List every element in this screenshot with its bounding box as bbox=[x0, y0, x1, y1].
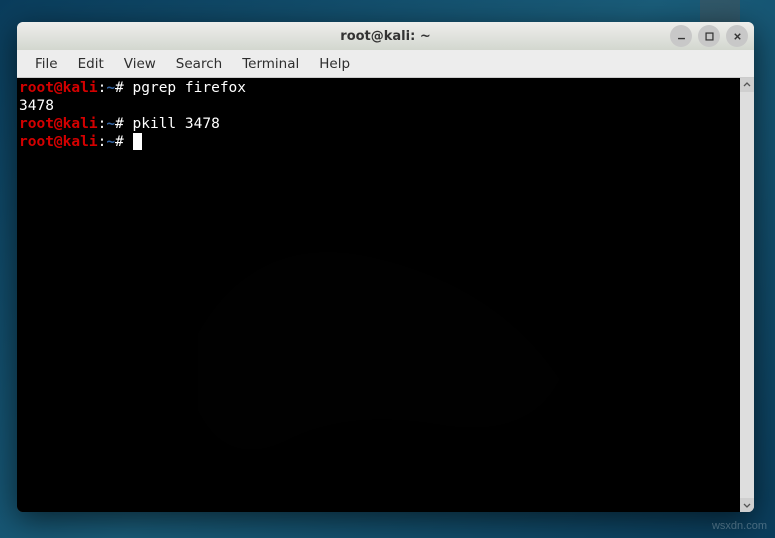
prompt-hash: # bbox=[115, 80, 124, 96]
chevron-down-icon bbox=[743, 501, 751, 509]
terminal-content[interactable]: root@kali:~# pgrep firefox3478root@kali:… bbox=[17, 78, 740, 512]
close-icon bbox=[732, 31, 743, 42]
maximize-button[interactable] bbox=[698, 25, 720, 47]
menu-file[interactable]: File bbox=[25, 52, 68, 76]
close-button[interactable] bbox=[726, 25, 748, 47]
scroll-up-button[interactable] bbox=[740, 78, 754, 92]
maximize-icon bbox=[704, 31, 715, 42]
prompt-user: root@kali bbox=[19, 116, 98, 132]
scrollbar[interactable] bbox=[740, 78, 754, 512]
menu-terminal[interactable]: Terminal bbox=[232, 52, 309, 76]
terminal-line-1: root@kali:~# pgrep firefox bbox=[19, 79, 738, 97]
window-title: root@kali: ~ bbox=[340, 29, 430, 44]
menu-search[interactable]: Search bbox=[166, 52, 232, 76]
prompt-path: ~ bbox=[106, 116, 115, 132]
chevron-up-icon bbox=[743, 81, 751, 89]
command-2: pkill 3478 bbox=[133, 116, 220, 132]
prompt-colon: : bbox=[98, 80, 107, 96]
kali-dragon-watermark bbox=[77, 108, 680, 512]
terminal-cursor bbox=[133, 133, 142, 150]
command-1: pgrep firefox bbox=[133, 80, 247, 96]
titlebar[interactable]: root@kali: ~ bbox=[17, 22, 754, 50]
terminal-line-3: root@kali:~# bbox=[19, 133, 738, 151]
menubar: File Edit View Search Terminal Help bbox=[17, 50, 754, 78]
prompt-user: root@kali bbox=[19, 80, 98, 96]
prompt-colon: : bbox=[98, 116, 107, 132]
menu-help[interactable]: Help bbox=[309, 52, 360, 76]
prompt-user: root@kali bbox=[19, 134, 98, 150]
menu-view[interactable]: View bbox=[114, 52, 166, 76]
prompt-hash: # bbox=[115, 134, 124, 150]
watermark-text: wsxdn.com bbox=[712, 520, 767, 532]
minimize-icon bbox=[676, 31, 687, 42]
prompt-path: ~ bbox=[106, 134, 115, 150]
menu-edit[interactable]: Edit bbox=[68, 52, 114, 76]
prompt-hash: # bbox=[115, 116, 124, 132]
prompt-colon: : bbox=[98, 134, 107, 150]
window-controls bbox=[670, 25, 748, 47]
terminal-output-1: 3478 bbox=[19, 97, 738, 115]
prompt-path: ~ bbox=[106, 80, 115, 96]
terminal-line-2: root@kali:~# pkill 3478 bbox=[19, 115, 738, 133]
scroll-down-button[interactable] bbox=[740, 498, 754, 512]
terminal-area: root@kali:~# pgrep firefox3478root@kali:… bbox=[17, 78, 754, 512]
terminal-window: root@kali: ~ File Edit View Search Termi… bbox=[17, 22, 754, 512]
minimize-button[interactable] bbox=[670, 25, 692, 47]
